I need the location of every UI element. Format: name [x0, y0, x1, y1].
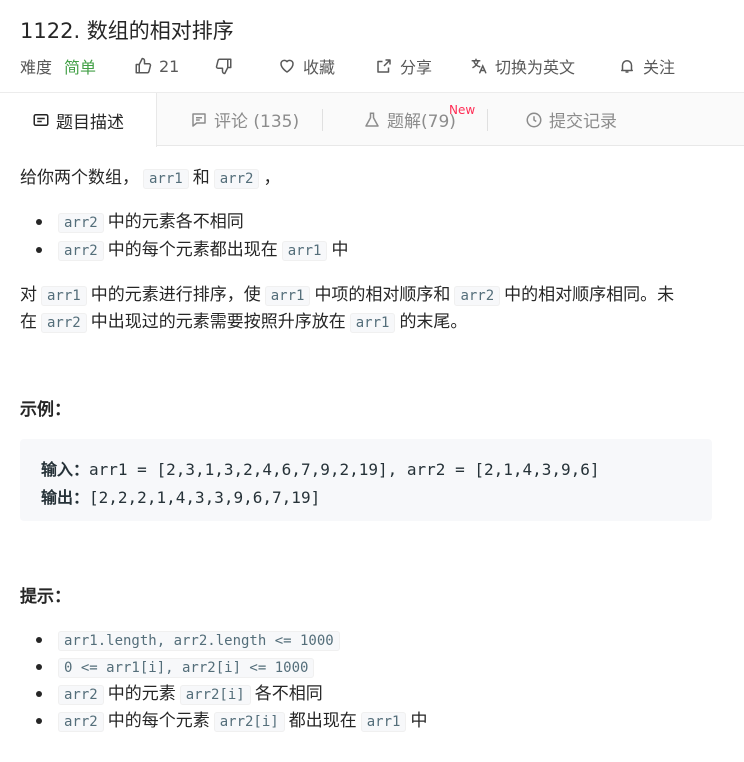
favorite-button[interactable]: 收藏: [278, 54, 335, 78]
inline-code: arr2: [58, 213, 104, 233]
difficulty: 难度 简单: [20, 54, 96, 78]
tab-description-label: 题目描述: [56, 112, 124, 133]
tab-comments[interactable]: 评论 (135): [190, 93, 299, 146]
list-item: arr2 中的元素各不相同: [36, 210, 244, 235]
tab-solutions[interactable]: 题解(79): [363, 93, 456, 146]
heart-icon: [280, 59, 294, 73]
problem-header: 1122. 数组的相对排序 难度 简单 21 收藏 分享 切换为英文 关注: [0, 0, 744, 92]
inline-code: arr1.length, arr2.length <= 1000: [58, 631, 340, 651]
text: ，: [263, 168, 281, 188]
favorite-label: 收藏: [303, 58, 336, 77]
share-button[interactable]: 分享: [375, 54, 432, 78]
document-icon: [33, 114, 49, 126]
inline-code: arr1: [41, 286, 87, 306]
inline-code: arr1: [143, 169, 189, 189]
dislike-button[interactable]: [215, 54, 240, 78]
text: 都出现在: [288, 711, 357, 731]
text: 的末尾。: [399, 312, 468, 332]
translate-label: 切换为英文: [495, 58, 576, 77]
inline-code: arr2: [58, 241, 104, 261]
example-input-line: 输入：arr1 = [2,3,1,3,2,4,6,7,9,2,19], arr2…: [41, 456, 600, 480]
difficulty-label: 难度: [20, 58, 53, 77]
translate-button[interactable]: 切换为英文: [470, 54, 575, 78]
hints-heading: 提示：: [20, 587, 71, 607]
text: 中: [331, 240, 349, 260]
inline-code: arr1: [281, 241, 328, 261]
tab-comments-label: 评论 (135): [214, 112, 300, 132]
inline-code: arr1: [264, 286, 311, 306]
inline-code: arr2: [454, 286, 501, 306]
inline-code: arr2[i]: [179, 685, 251, 705]
inline-code: arr2: [58, 712, 104, 732]
text: 中: [410, 711, 428, 731]
inline-code: arr2: [58, 685, 104, 705]
input-value: arr1 = [2,3,1,3,2,4,6,7,9,2,19], arr2 = …: [89, 460, 600, 479]
list-item: arr2 中的元素 arr2[i] 各不相同: [36, 682, 323, 707]
problem-title: 1122. 数组的相对排序: [20, 19, 234, 43]
share-icon: [377, 59, 391, 73]
text: 中出现过的元素需要按照升序放在: [90, 312, 346, 332]
text: 给你两个数组，: [20, 168, 139, 188]
difficulty-value: 简单: [64, 58, 97, 77]
text: 中的元素: [107, 684, 176, 704]
input-label: 输入：: [41, 460, 90, 479]
follow-label: 关注: [643, 58, 676, 77]
bell-icon: [621, 60, 633, 73]
output-value: [2,2,2,1,4,3,3,9,6,7,19]: [89, 488, 321, 507]
clock-icon: [526, 112, 542, 127]
text: 和: [192, 168, 210, 188]
description-paragraph-line: 在 arr2 中出现过的元素需要按照升序放在 arr1 的末尾。: [20, 310, 467, 335]
translate-icon: [471, 58, 487, 74]
like-button[interactable]: 21: [134, 54, 179, 78]
comment-icon: [192, 112, 206, 127]
share-label: 分享: [400, 58, 433, 77]
text: 对: [20, 285, 37, 305]
intro-paragraph: 给你两个数组， arr1 和 arr2，: [20, 166, 280, 191]
text: 在: [20, 312, 37, 332]
text: 中的每个元素: [107, 711, 210, 731]
inline-code: 0 <= arr1[i], arr2[i] <= 1000: [58, 658, 315, 678]
list-item: 0 <= arr1[i], arr2[i] <= 1000: [35, 655, 318, 680]
description-paragraph-line: 对 arr1 中的元素进行排序，使 arr1 中项的相对顺序和 arr2 中的相对顺序相同。…: [20, 283, 674, 308]
tab-submissions-label: 提交记录: [549, 112, 617, 132]
text: 中的元素进行排序，使: [90, 285, 261, 305]
text: 中的每个元素都出现在: [107, 240, 278, 260]
inline-code: arr1: [349, 313, 396, 333]
problem-meta-bar: 难度 简单 21 收藏 分享 切换为英文 关注: [20, 54, 744, 78]
tab-divider: [487, 109, 488, 131]
text: 各不相同: [254, 684, 323, 704]
text: 中的元素各不相同: [107, 212, 244, 232]
flask-icon: [365, 112, 379, 127]
text: 中项的相对顺序和: [314, 285, 451, 305]
tab-description[interactable]: 题目描述: [0, 93, 157, 147]
new-badge: New: [449, 103, 476, 117]
list-item: arr2 中的每个元素 arr2[i] 都出现在 arr1 中: [35, 709, 428, 734]
tab-divider: [322, 109, 323, 131]
inline-code: arr2: [213, 169, 260, 189]
follow-button[interactable]: 关注: [618, 54, 675, 78]
like-count: 21: [159, 56, 180, 76]
list-item: arr2 中的每个元素都出现在 arr1 中: [35, 238, 349, 263]
output-label: 输出：: [41, 488, 90, 507]
inline-code: arr2[i]: [213, 712, 285, 732]
text: 中的相对顺序相同。未: [504, 285, 675, 305]
tab-bar: 题目描述 评论 (135) 题解(79) New 提交记录: [0, 92, 744, 147]
thumbs-up-icon: [135, 57, 152, 74]
list-item: arr1.length, arr2.length <= 1000: [36, 628, 344, 653]
example-output-line: 输出：[2,2,2,1,4,3,3,9,6,7,19]: [41, 484, 320, 508]
thumbs-down-icon: [215, 58, 232, 75]
example-heading: 示例：: [20, 400, 71, 420]
tab-solutions-label: 题解(79): [387, 112, 456, 132]
inline-code: arr1: [360, 712, 407, 732]
tab-submissions[interactable]: 提交记录: [525, 93, 617, 146]
example-code-block: 输入：arr1 = [2,3,1,3,2,4,6,7,9,2,19], arr2…: [20, 439, 712, 521]
inline-code: arr2: [41, 313, 87, 333]
